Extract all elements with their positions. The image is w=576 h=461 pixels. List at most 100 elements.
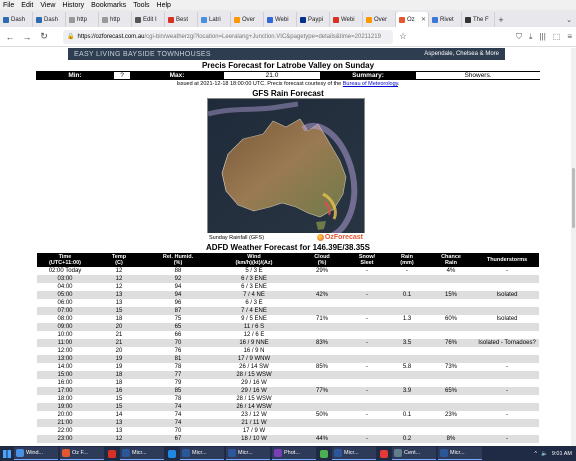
menu-edit[interactable]: Edit (21, 2, 33, 9)
forecast-cell: 28 / 15 WSW (211, 395, 297, 403)
summary-value: Showers. (416, 72, 540, 79)
forecast-cell (475, 419, 539, 427)
taskbar-app-button[interactable] (318, 447, 330, 460)
forecast-cell (387, 403, 427, 411)
taskbar-app-button[interactable]: Micr... (120, 447, 164, 460)
browser-tab[interactable]: Latri (198, 12, 231, 27)
tray-chevron-icon[interactable]: ^ (534, 451, 537, 457)
menu-help[interactable]: Help (157, 2, 171, 9)
forecast-cell: 21 / 11 W (211, 419, 297, 427)
forecast-row: 02:00 Today 12 88 5 / 3 E 29% - -4% - (37, 267, 539, 275)
back-button[interactable]: ← (3, 30, 17, 44)
taskbar-app-button[interactable]: Wind... (14, 447, 58, 460)
page-content: EASY LIVING BAYSIDE TOWNHOUSES Aspendale… (0, 48, 576, 446)
menu-file[interactable]: File (3, 2, 14, 9)
taskbar-app-button[interactable]: Micr... (438, 447, 482, 460)
ad-banner[interactable]: EASY LIVING BAYSIDE TOWNHOUSES Aspendale… (68, 48, 505, 60)
list-all-tabs-icon[interactable]: ⌄ (562, 12, 576, 27)
speaker-icon[interactable]: 🔈 (541, 451, 548, 457)
gfs-title: GFS Rain Forecast (252, 89, 324, 98)
forecast-cell: 13 (93, 419, 145, 427)
extensions-icon[interactable]: ⬚ (553, 32, 561, 42)
forecast-cell (347, 403, 387, 411)
taskbar-app-button[interactable]: Micr... (180, 447, 224, 460)
forecast-cell (297, 427, 347, 435)
forecast-cell (427, 403, 475, 411)
taskbar-app-button[interactable]: Cent... (392, 447, 436, 460)
bookmark-star-icon[interactable]: ☆ (399, 31, 407, 42)
browser-tab[interactable]: Over (231, 12, 264, 27)
browser-tab[interactable]: Edit I (132, 12, 165, 27)
taskbar-app-label: Micr... (192, 450, 207, 456)
browser-tab[interactable]: Best (165, 12, 198, 27)
forecast-cell: - (347, 435, 387, 443)
forecast-cell: 1.3 (387, 315, 427, 323)
forecast-cell (387, 275, 427, 283)
vertical-scrollbar[interactable] (571, 48, 576, 446)
browser-tab[interactable]: http (99, 12, 132, 27)
forecast-cell: 18 (93, 315, 145, 323)
forecast-cell (427, 323, 475, 331)
download-icon[interactable]: ⤓ (529, 32, 533, 42)
forecast-table: Time (UTC+11:00) Temp (C) Rel. Humid. (%) W… (37, 253, 539, 443)
forecast-cell: 60% (427, 315, 475, 323)
shield-icon[interactable]: ⛉ (516, 32, 522, 42)
tab-label: Webi (275, 16, 289, 23)
menu-tools[interactable]: Tools (133, 2, 149, 9)
forecast-cell (347, 283, 387, 291)
forecast-cell: 83% (297, 339, 347, 347)
forecast-cell: - (475, 435, 539, 443)
forecast-cell: - (347, 387, 387, 395)
clock[interactable]: 9:01 AM (552, 451, 572, 457)
forecast-cell: - (347, 315, 387, 323)
browser-tab[interactable]: Over (363, 12, 396, 27)
start-button[interactable] (0, 446, 14, 461)
forecast-cell: Isolated - Tornadoes? (475, 339, 539, 347)
close-tab-icon[interactable]: ✕ (421, 16, 426, 23)
app-icon (108, 449, 116, 458)
taskbar-app-button[interactable]: Micr... (332, 447, 376, 460)
forecast-cell: 19:00 (37, 403, 93, 411)
forecast-cell (475, 355, 539, 363)
browser-tab[interactable]: The F (462, 12, 495, 27)
forecast-cell: 17:00 (37, 387, 93, 395)
forecast-cell: 21 (93, 339, 145, 347)
menu-icon[interactable]: ≡ (567, 32, 572, 42)
browser-tab[interactable]: Rivet (429, 12, 462, 27)
forecast-row: 11:00 21 70 16 / 9 NNE 83% -3.5 76% Isolated - … (37, 339, 539, 347)
taskbar-app-button[interactable]: Phot... (272, 447, 316, 460)
forecast-row: 22:00 13 70 17 / 9 W (37, 427, 539, 435)
taskbar-app-button[interactable] (378, 447, 390, 460)
scrollbar-thumb[interactable] (572, 168, 575, 228)
browser-tab[interactable]: Webi (264, 12, 297, 27)
forward-button[interactable]: → (20, 30, 34, 44)
menu-history[interactable]: History (62, 2, 84, 9)
forecast-cell: 19 (93, 363, 145, 371)
new-tab-button[interactable]: + (495, 12, 507, 27)
menu-bookmarks[interactable]: Bookmarks (91, 2, 126, 9)
reload-button[interactable]: ↻ (37, 30, 51, 44)
forecast-cell: 16:00 (37, 379, 93, 387)
taskbar-app-button[interactable]: Oz F... (60, 447, 104, 460)
browser-tab[interactable]: Webi (330, 12, 363, 27)
address-bar[interactable]: 🔒 https://ozforecast.com.au/cgi-bin/weat… (63, 29, 393, 44)
browser-tab[interactable]: Oz ✕ (396, 12, 429, 27)
tab-favicon-icon (36, 16, 42, 23)
forecast-cell: 16 / 9 N (211, 347, 297, 355)
browser-tab[interactable]: Paypi (297, 12, 330, 27)
forecast-cell (427, 419, 475, 427)
forecast-cell: 05:00 (37, 291, 93, 299)
forecast-cell: 88 (145, 267, 211, 275)
menu-view[interactable]: View (40, 2, 55, 9)
forecast-cell: 29 / 16 W (211, 387, 297, 395)
browser-tab[interactable]: Dash (33, 12, 66, 27)
taskbar-app-button[interactable]: Micr... (226, 447, 270, 460)
browser-tab[interactable]: Dash (0, 12, 33, 27)
column-header: Chance Rain (427, 253, 475, 267)
taskbar-app-button[interactable] (106, 447, 118, 460)
taskbar-app-button[interactable] (166, 447, 178, 460)
forecast-cell: 03:00 (37, 275, 93, 283)
browser-tab[interactable]: http (66, 12, 99, 27)
bom-link[interactable]: Bureau of Meteorology (343, 81, 398, 87)
library-icon[interactable]: ||| (540, 32, 546, 42)
